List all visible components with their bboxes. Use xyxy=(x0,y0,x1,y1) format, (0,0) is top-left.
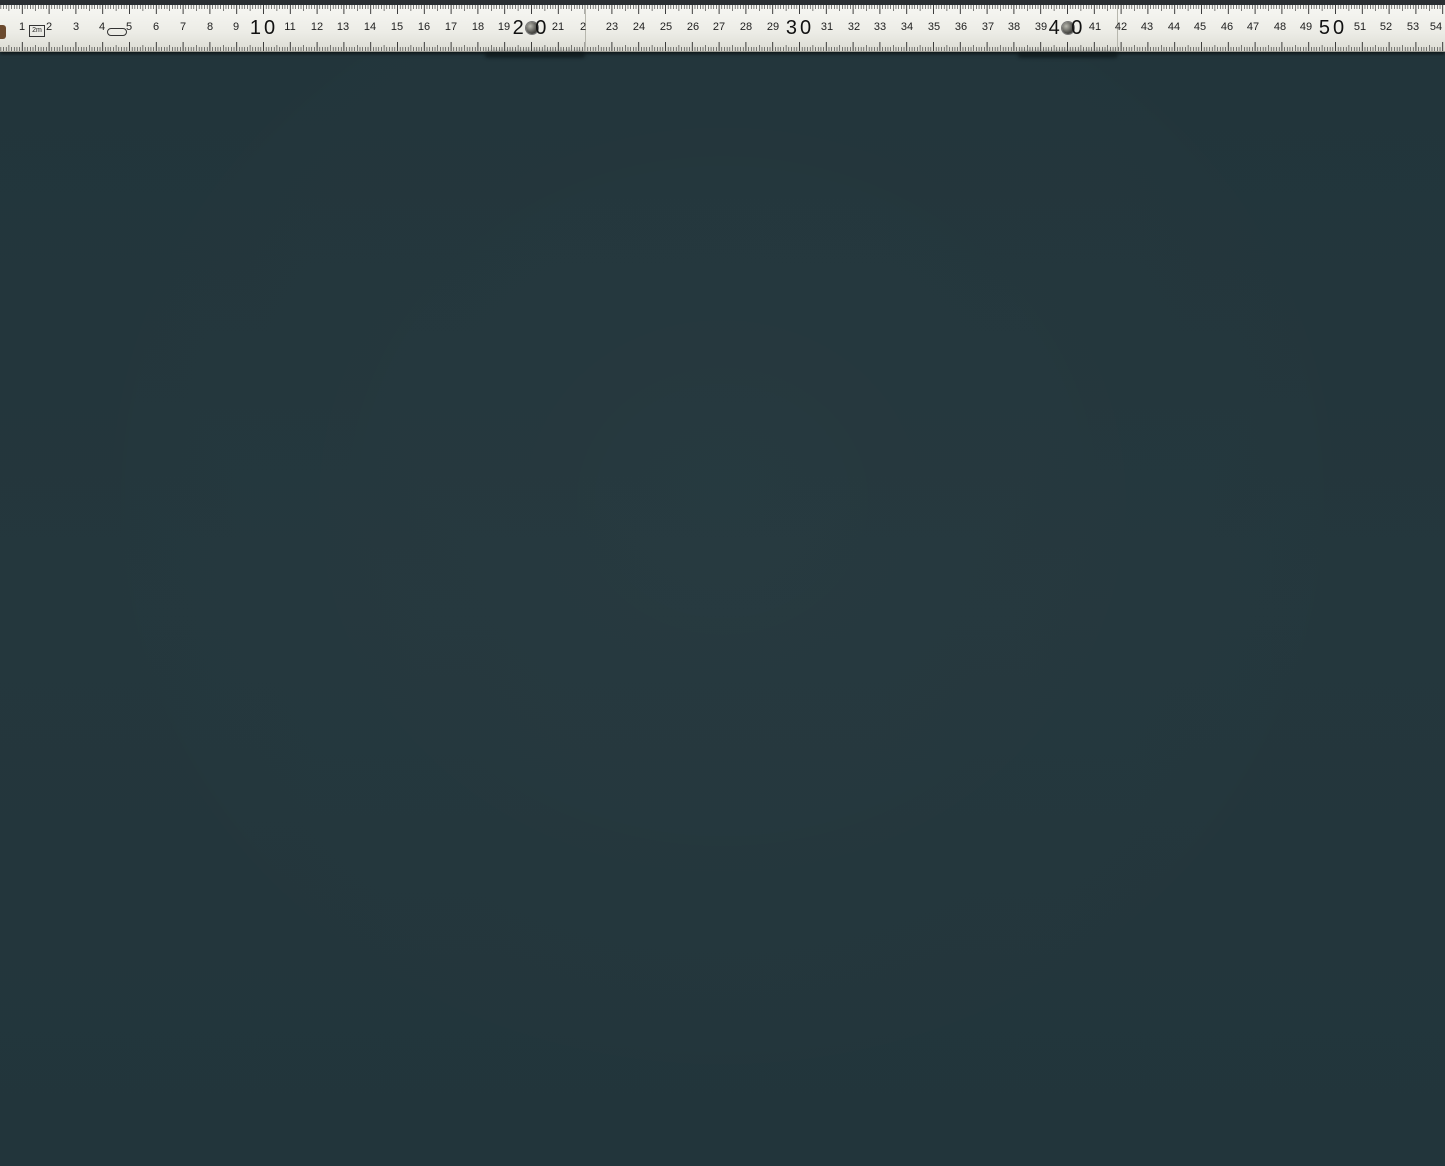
ruler-major-label: 2 0 xyxy=(512,17,550,39)
ruler-number-label: 13 xyxy=(336,21,350,33)
ruler-logo-mark: 2m xyxy=(29,25,45,37)
ruler-shadow xyxy=(1018,52,1118,58)
ruler-number-label: 16 xyxy=(417,21,431,33)
ruler-number-label: 23 xyxy=(605,21,619,33)
ruler-number-label: 1 xyxy=(18,21,26,33)
ruler-major-label: 10 xyxy=(249,17,279,39)
ruler-number-label: 5 xyxy=(125,21,133,33)
ruler-number-label: 26 xyxy=(686,21,700,33)
ruler-number-label: 14 xyxy=(363,21,377,33)
ruler-major-label: 4 0 xyxy=(1048,17,1086,39)
ruler-number-label: 2 xyxy=(45,21,53,33)
ruler-number-label: 27 xyxy=(712,21,726,33)
ruler-number-label: 7 xyxy=(179,21,187,33)
ruler-number-label: 8 xyxy=(206,21,214,33)
ruler-number-label: 46 xyxy=(1220,21,1234,33)
ruler-number-label: 2 xyxy=(579,21,587,33)
ruler-number-label: 34 xyxy=(900,21,914,33)
ruler-number-label: 31 xyxy=(820,21,834,33)
ruler-number-label: 44 xyxy=(1167,21,1181,33)
folding-ruler: 2m 1 2 3 4 5 6 7 8 9 11 12 13 14 15 16 1… xyxy=(0,5,1445,52)
dark-teal-backdrop xyxy=(0,58,1445,1166)
ruler-number-label: 15 xyxy=(390,21,404,33)
ruler-number-label: 19 xyxy=(497,21,511,33)
ruler-hinge-end xyxy=(0,25,6,39)
ruler-number-label: 6 xyxy=(152,21,160,33)
ruler-number-label: 42 xyxy=(1114,21,1128,33)
ruler-major-label: 30 xyxy=(785,17,815,39)
ruler-number-label: 25 xyxy=(659,21,673,33)
ruler-number-label: 33 xyxy=(873,21,887,33)
ruler-number-label: 43 xyxy=(1140,21,1154,33)
ruler-number-label: 37 xyxy=(981,21,995,33)
ruler-number-label: 45 xyxy=(1193,21,1207,33)
ruler-number-label: 18 xyxy=(471,21,485,33)
ruler-number-label: 41 xyxy=(1088,21,1102,33)
ruler-number-label: 24 xyxy=(632,21,646,33)
ruler-number-label: 49 xyxy=(1299,21,1313,33)
ruler-number-label: 39 xyxy=(1034,21,1048,33)
ruler-number-label: 48 xyxy=(1273,21,1287,33)
ruler-number-label: 4 xyxy=(98,21,106,33)
ruler-shadow xyxy=(485,52,585,58)
ruler-number-label: 35 xyxy=(927,21,941,33)
ruler-number-label: 52 xyxy=(1379,21,1393,33)
ruler-number-label: 32 xyxy=(847,21,861,33)
ruler-number-label: 21 xyxy=(551,21,565,33)
ruler-number-label: 29 xyxy=(766,21,780,33)
ruler-number-label: 38 xyxy=(1007,21,1021,33)
ruler-number-label: 11 xyxy=(284,21,296,33)
ruler-major-label: 50 xyxy=(1318,17,1348,39)
ruler-number-label: 53 xyxy=(1406,21,1420,33)
ruler-number-label: 51 xyxy=(1353,21,1367,33)
ruler-number-label: 9 xyxy=(232,21,240,33)
ruler-number-label: 54 xyxy=(1429,21,1443,33)
ruler-number-label: 12 xyxy=(310,21,324,33)
ruler-number-label: 47 xyxy=(1246,21,1260,33)
ruler-number-label: 36 xyxy=(954,21,968,33)
ruler-number-label: 17 xyxy=(444,21,458,33)
ruler-number-label: 28 xyxy=(739,21,753,33)
ruler-oval-mark xyxy=(107,28,127,36)
ruler-number-label: 3 xyxy=(72,21,80,33)
